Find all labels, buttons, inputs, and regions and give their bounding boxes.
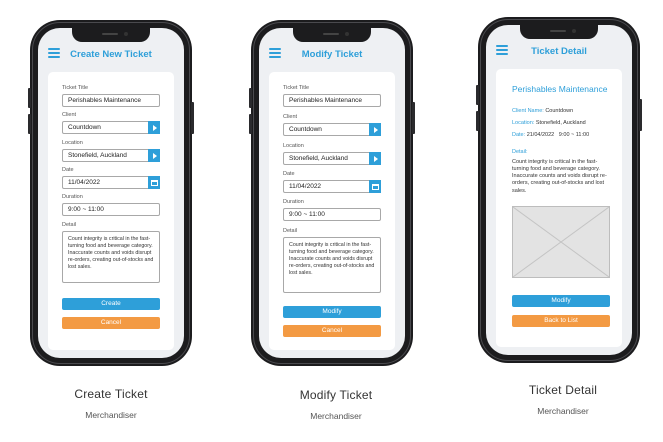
client-select[interactable]: Countdown [62,121,160,134]
detail-label: Detail [62,222,77,228]
client-row: Client Name: Countdown [512,108,573,114]
date-label: Date [283,171,295,177]
back-to-list-button[interactable]: Back to List [512,315,610,327]
caption-ticket-detail: Ticket Detail Merchandiser [483,383,643,416]
volume-button [28,114,31,134]
client-key: Client Name: [512,108,544,114]
modify-button[interactable]: Modify [283,306,381,318]
caption-role: Merchandiser [537,406,589,416]
client-value: Countdown [289,126,322,133]
phone-create-ticket: Create New Ticket Ticket Title Perishabl… [28,20,194,366]
hamburger-menu-icon[interactable] [496,45,508,55]
location-row: Location: Stonefield, Auckland [512,120,586,126]
detail-textarea[interactable]: Count integrity is critical in the fast-… [283,237,381,293]
notch [72,28,150,42]
hamburger-menu-icon[interactable] [48,48,60,58]
duration-label: Duration [62,194,83,200]
client-value: Countdown [68,124,101,131]
location-label: Location [283,143,304,149]
ticket-title-input[interactable]: Perishables Maintenance [62,94,160,107]
header-title: Modify Ticket [301,48,363,60]
calendar-icon[interactable] [369,180,381,193]
dropdown-arrow-icon[interactable] [148,149,160,162]
duration-input[interactable]: 9:00 ~ 11:00 [62,203,160,216]
header-title: Ticket Detail [531,45,587,57]
location-key: Location: [512,120,535,126]
volume-button [28,88,31,108]
duration-input[interactable]: 9:00 ~ 11:00 [283,208,381,221]
volume-button [249,114,252,134]
app-header: Create New Ticket [38,42,184,66]
caption-title: Modify Ticket [299,388,373,402]
date-value: 11/04/2022 [289,183,322,190]
phone-screen: Create New Ticket Ticket Title Perishabl… [38,28,184,358]
volume-button [476,85,479,105]
volume-button [476,111,479,131]
ticket-title-label: Ticket Title [283,85,310,91]
caption-title: Ticket Detail [528,383,598,397]
caption-role: Merchandiser [310,411,362,421]
hamburger-menu-icon[interactable] [269,48,281,58]
power-button [191,102,194,134]
header-title: Create New Ticket [70,48,152,60]
ticket-title: Perishables Maintenance [512,84,608,94]
cancel-button[interactable]: Cancel [283,325,381,337]
location-label: Location [62,140,83,146]
power-button [639,99,642,131]
detail-textarea[interactable]: Count integrity is critical in the fast-… [62,231,160,283]
date-value: 11/04/2022 [68,179,101,186]
client-label: Client [62,112,77,118]
duration-label: Duration [283,199,304,205]
dropdown-arrow-icon[interactable] [369,123,381,136]
date-row: Date: 21/04/2022 9:00 ~ 11:00 [512,132,589,138]
dropdown-arrow-icon[interactable] [369,152,381,165]
notch [293,28,371,42]
app-header: Modify Ticket [259,42,405,66]
phone-screen: Modify Ticket Ticket Title Perishables M… [259,28,405,358]
notch [520,25,598,39]
client-value: Countdown [545,108,574,114]
location-value: Stonefield, Auckland [535,120,586,126]
date-key: Date: [512,132,526,138]
ticket-form: Ticket Title Perishables Maintenance Cli… [269,72,395,350]
phone-ticket-detail: Ticket Detail Perishables Maintenance Cl… [476,17,642,363]
caption-role: Merchandiser [85,410,137,420]
client-select[interactable]: Countdown [283,123,381,136]
create-button[interactable]: Create [62,298,160,310]
calendar-icon[interactable] [148,176,160,189]
detail-text: Count integrity is critical in the fast-… [512,159,607,194]
detail-label: Detail: [512,149,528,155]
volume-button [249,88,252,108]
location-select[interactable]: Stonefield, Auckland [283,152,381,165]
cancel-button[interactable]: Cancel [62,317,160,329]
modify-button[interactable]: Modify [512,295,610,307]
ticket-form: Ticket Title Perishables Maintenance Cli… [48,72,174,350]
ticket-title-label: Ticket Title [62,85,89,91]
phone-modify-ticket: Modify Ticket Ticket Title Perishables M… [249,20,415,366]
client-label: Client [283,114,298,120]
date-value: 21/04/2022 9:00 ~ 11:00 [526,132,590,138]
location-select[interactable]: Stonefield, Auckland [62,149,160,162]
image-placeholder-icon [512,206,610,278]
ticket-detail-card: Perishables Maintenance Client Name: Cou… [496,69,622,347]
dropdown-arrow-icon[interactable] [148,121,160,134]
detail-label: Detail [283,228,298,234]
caption-modify-ticket: Modify Ticket Merchandiser [256,388,416,421]
phone-screen: Ticket Detail Perishables Maintenance Cl… [486,25,632,355]
ticket-title-input[interactable]: Perishables Maintenance [283,94,381,107]
date-picker[interactable]: 11/04/2022 [283,180,381,193]
location-value: Stonefield, Auckland [68,152,127,159]
caption-create-ticket: Create Ticket Merchandiser [31,387,191,420]
date-label: Date [62,167,74,173]
date-picker[interactable]: 11/04/2022 [62,176,160,189]
caption-title: Create Ticket [74,387,148,401]
location-value: Stonefield, Auckland [289,155,348,162]
power-button [412,102,415,134]
app-header: Ticket Detail [486,39,632,63]
